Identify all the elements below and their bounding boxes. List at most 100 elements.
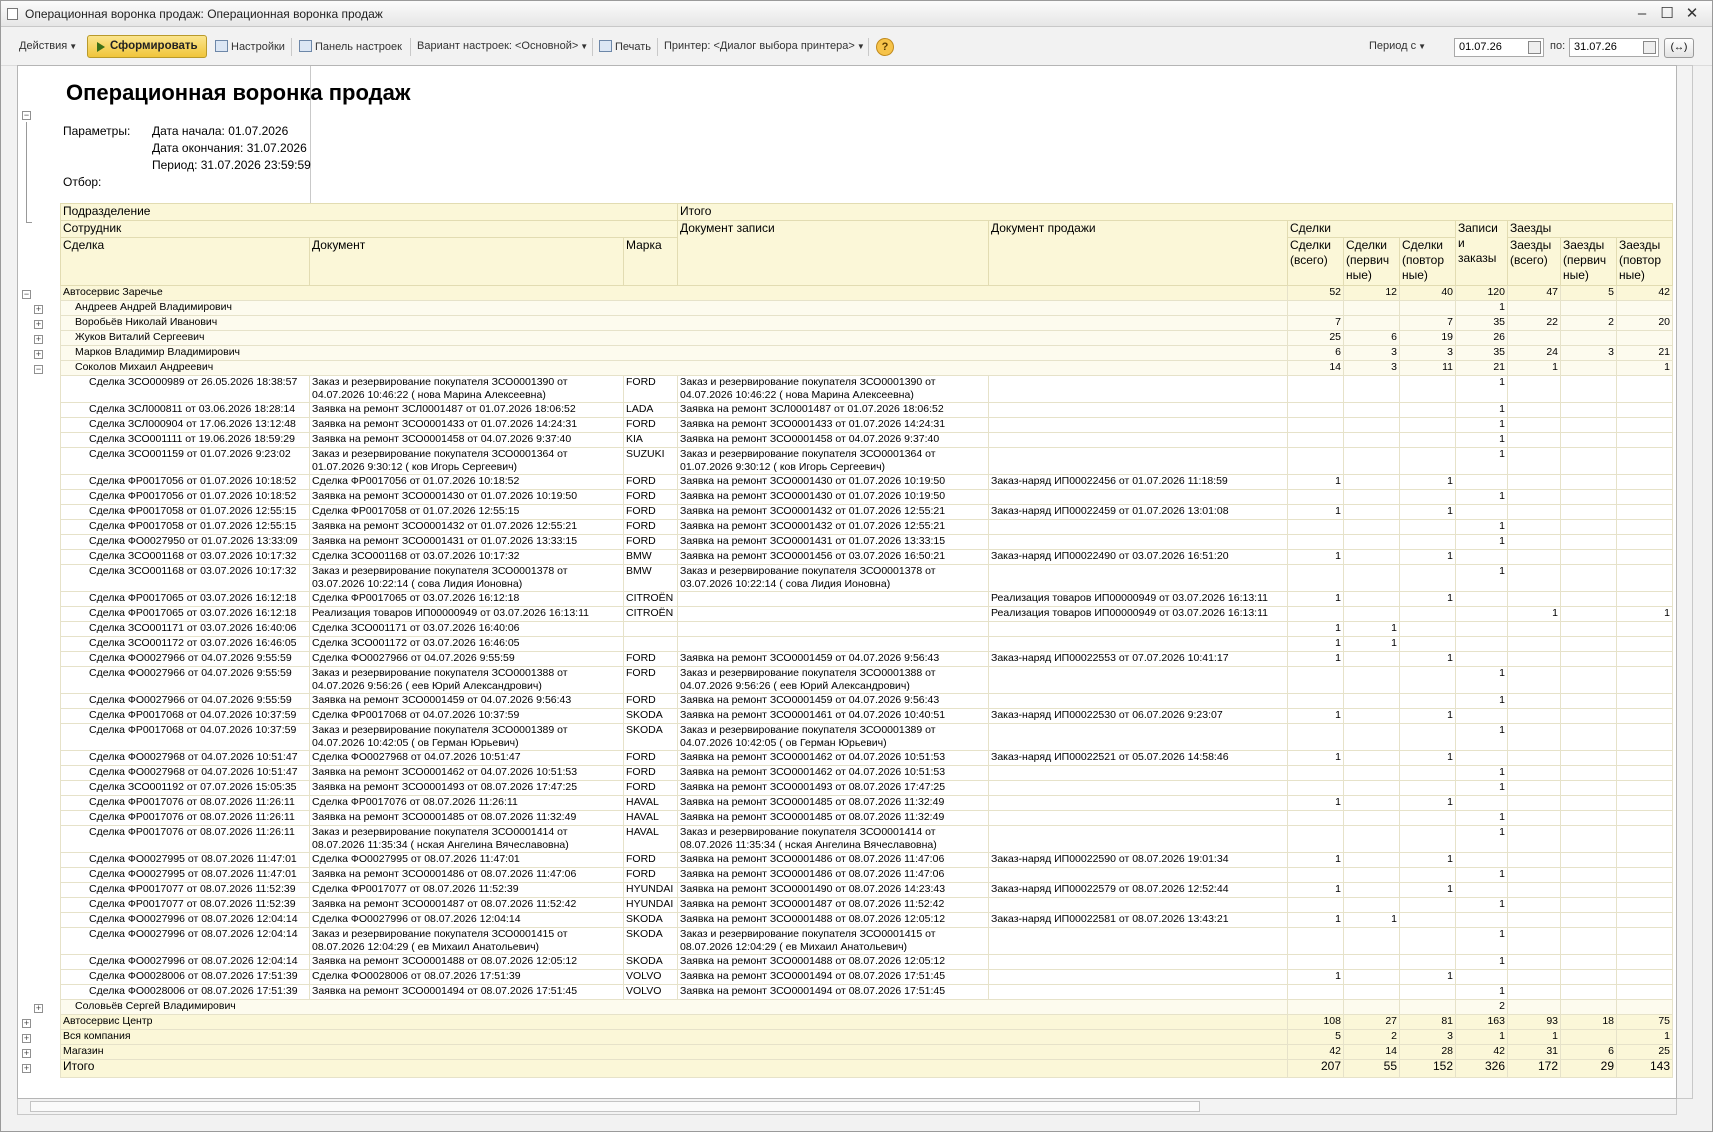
table-row[interactable]: Сделка ФР0017076 от 08.07.2026 11:26:11 З…: [60, 825, 1673, 853]
print-button[interactable]: Печать: [599, 40, 651, 53]
collapse-icon[interactable]: −: [34, 364, 43, 374]
number-cell: [1616, 330, 1673, 346]
table-row[interactable]: Сделка ЗСО001111 от 19.06.2026 18:59:29 З…: [60, 432, 1673, 448]
table-row[interactable]: Сделка ЗСО001172 от 03.07.2026 16:46:05 С…: [60, 636, 1673, 652]
table-row[interactable]: Сделка ФР0017065 от 03.07.2026 16:12:18 Р…: [60, 606, 1673, 622]
number-cell: [1399, 564, 1456, 592]
expand-icon[interactable]: +: [34, 319, 43, 329]
group-name-cell: Андреев Андрей Владимирович: [60, 300, 1288, 316]
cell-text: 172: [1537, 1059, 1558, 1073]
table-row[interactable]: Сделка ФР0017077 от 08.07.2026 11:52:39 С…: [60, 882, 1673, 898]
scroll-thumb[interactable]: [30, 1101, 1200, 1112]
settings-button[interactable]: Настройки: [215, 40, 285, 53]
calendar-icon[interactable]: [1528, 41, 1541, 54]
report-sheet[interactable]: − − + + + + − + + + + + Операционная воронка прода…: [17, 65, 1677, 1099]
expand-icon[interactable]: +: [34, 349, 43, 359]
table-row[interactable]: Сделка ФР0017056 от 01.07.2026 10:18:52 С…: [60, 474, 1673, 490]
minimize-icon[interactable]: –: [1631, 4, 1653, 24]
table-row[interactable]: Сделка ЗСО001192 от 07.07.2026 15:05:35 З…: [60, 780, 1673, 796]
cell-text: 28: [1441, 1045, 1453, 1058]
table-row[interactable]: Сделка ФО0027966 от 04.07.2026 9:55:59 Сд…: [60, 651, 1673, 667]
table-row[interactable]: Сделка ФР0017056 от 01.07.2026 10:18:52 З…: [60, 489, 1673, 505]
table-row[interactable]: Сделка ФО0027996 от 08.07.2026 12:04:14 З…: [60, 954, 1673, 970]
table-row[interactable]: Сделка ФР0017068 от 04.07.2026 10:37:59 З…: [60, 723, 1673, 751]
number-cell: 1: [1455, 825, 1508, 853]
maximize-icon[interactable]: ☐: [1656, 4, 1678, 24]
expand-icon[interactable]: +: [34, 1003, 43, 1013]
play-icon: [97, 42, 105, 52]
table-row[interactable]: Сделка ФР0017058 от 01.07.2026 12:55:15 С…: [60, 504, 1673, 520]
table-row[interactable]: Сделка ФР0017076 от 08.07.2026 11:26:11 З…: [60, 810, 1673, 826]
cell-text: Заявка на ремонт ЗСО0001459 от 04.07.202…: [680, 694, 940, 707]
expand-icon[interactable]: +: [34, 334, 43, 344]
table-row[interactable]: Сделка ФР0017068 от 04.07.2026 10:37:59 С…: [60, 708, 1673, 724]
generate-button[interactable]: Сформировать: [87, 35, 207, 58]
number-cell: [1455, 549, 1508, 565]
cell-text: 1: [1499, 724, 1505, 737]
table-row[interactable]: Сделка ФО0027950 от 01.07.2026 13:33:09 З…: [60, 534, 1673, 550]
cell-text: 1: [1391, 637, 1397, 650]
printer-menu[interactable]: Принтер: <Диалог выбора принтера> ▼: [664, 40, 865, 52]
table-row[interactable]: Сделка ЗСЛ000811 от 03.06.2026 18:28:14 З…: [60, 402, 1673, 418]
number-cell: [1507, 636, 1561, 652]
table-row[interactable]: Сделка ФО0027995 от 08.07.2026 11:47:01 С…: [60, 852, 1673, 868]
collapse-icon[interactable]: −: [22, 111, 31, 120]
table-row[interactable]: Сделка ЗСЛ000904 от 17.06.2026 13:12:48 З…: [60, 417, 1673, 433]
number-cell: 35: [1455, 315, 1508, 331]
period-menu[interactable]: Период с ▼: [1369, 40, 1426, 52]
actions-menu[interactable]: Действия ▼: [19, 40, 77, 52]
cell-text: 1: [1664, 361, 1670, 374]
number-cell: [1455, 795, 1508, 811]
close-icon[interactable]: ✕: [1681, 4, 1703, 24]
horizontal-scrollbar[interactable]: [17, 1099, 1677, 1115]
expand-icon[interactable]: +: [22, 1063, 31, 1073]
cell-text: Заявка на ремонт ЗСО0001458 от 04.07.202…: [680, 433, 940, 446]
cell-text: Заявка на ремонт ЗСО0001488 от 08.07.202…: [312, 955, 578, 968]
deal-cell: Сделка ЗСО001168 от 03.07.2026 10:17:32: [60, 564, 310, 592]
table-row[interactable]: Сделка ЗСО001168 от 03.07.2026 10:17:32 С…: [60, 549, 1673, 565]
table-row[interactable]: Сделка ФО0027966 от 04.07.2026 9:55:59 За…: [60, 666, 1673, 694]
cell-text: SKODA: [626, 709, 663, 722]
settings-variant-menu[interactable]: Вариант настроек: <Основной> ▼: [417, 40, 588, 52]
table-row[interactable]: Сделка ФР0017065 от 03.07.2026 16:12:18 С…: [60, 591, 1673, 607]
table-row[interactable]: Сделка ЗСО001171 от 03.07.2026 16:40:06 С…: [60, 621, 1673, 637]
date-from-input[interactable]: 01.07.26: [1454, 38, 1544, 57]
table-row[interactable]: Сделка ФО0027966 от 04.07.2026 9:55:59 За…: [60, 693, 1673, 709]
record-doc-cell: Заявка на ремонт ЗСО0001431 от 01.07.202…: [677, 534, 989, 550]
number-cell: 1: [1343, 636, 1400, 652]
calendar-icon[interactable]: [1643, 41, 1656, 54]
expand-icon[interactable]: +: [22, 1033, 31, 1043]
expand-icon[interactable]: +: [22, 1018, 31, 1028]
table-row[interactable]: Сделка ФО0027968 от 04.07.2026 10:51:47 С…: [60, 750, 1673, 766]
expand-icon[interactable]: +: [34, 304, 43, 314]
date-to-input[interactable]: 31.07.26: [1569, 38, 1659, 57]
table-row[interactable]: Сделка ФО0027995 от 08.07.2026 11:47:01 З…: [60, 867, 1673, 883]
table-row[interactable]: Сделка ЗСО001159 от 01.07.2026 9:23:02 За…: [60, 447, 1673, 475]
table-row[interactable]: Сделка ФО0028006 от 08.07.2026 17:51:39 З…: [60, 984, 1673, 1000]
cell-text: 1: [1499, 520, 1505, 533]
expand-icon[interactable]: +: [22, 1048, 31, 1058]
cell-text: 163: [1487, 1015, 1505, 1028]
table-row[interactable]: Сделка ФО0028006 от 08.07.2026 17:51:39 С…: [60, 969, 1673, 985]
collapse-icon[interactable]: −: [22, 289, 31, 299]
table-row[interactable]: Сделка ФР0017058 от 01.07.2026 12:55:15 З…: [60, 519, 1673, 535]
table-row[interactable]: Сделка ФО0027996 от 08.07.2026 12:04:14 С…: [60, 912, 1673, 928]
cell-text: Заявка на ремонт ЗСО0001486 от 08.07.202…: [680, 868, 945, 881]
table-row[interactable]: Сделка ЗСО001168 от 03.07.2026 10:17:32 З…: [60, 564, 1673, 592]
vertical-scrollbar[interactable]: [1677, 65, 1693, 1099]
number-cell: [1399, 621, 1456, 637]
cell-text: Заказ и резервирование покупателя ЗСО000…: [312, 376, 568, 389]
number-cell: 11: [1399, 360, 1456, 376]
number-cell: [1507, 474, 1561, 490]
table-row[interactable]: Сделка ФР0017077 от 08.07.2026 11:52:39 З…: [60, 897, 1673, 913]
cell-text: 42: [1658, 286, 1670, 299]
table-row[interactable]: Сделка ЗСО000989 от 26.05.2026 18:38:57 З…: [60, 375, 1673, 403]
table-row[interactable]: Сделка ФР0017076 от 08.07.2026 11:26:11 С…: [60, 795, 1673, 811]
help-icon[interactable]: ?: [876, 38, 894, 56]
table-row[interactable]: Сделка ФО0027996 от 08.07.2026 12:04:14 З…: [60, 927, 1673, 955]
number-cell: [1507, 912, 1561, 928]
period-select-button[interactable]: (↔): [1664, 38, 1694, 58]
settings-panel-button[interactable]: Панель настроек: [299, 40, 402, 53]
table-row[interactable]: Сделка ФО0027968 от 04.07.2026 10:51:47 З…: [60, 765, 1673, 781]
number-cell: 1: [1399, 969, 1456, 985]
